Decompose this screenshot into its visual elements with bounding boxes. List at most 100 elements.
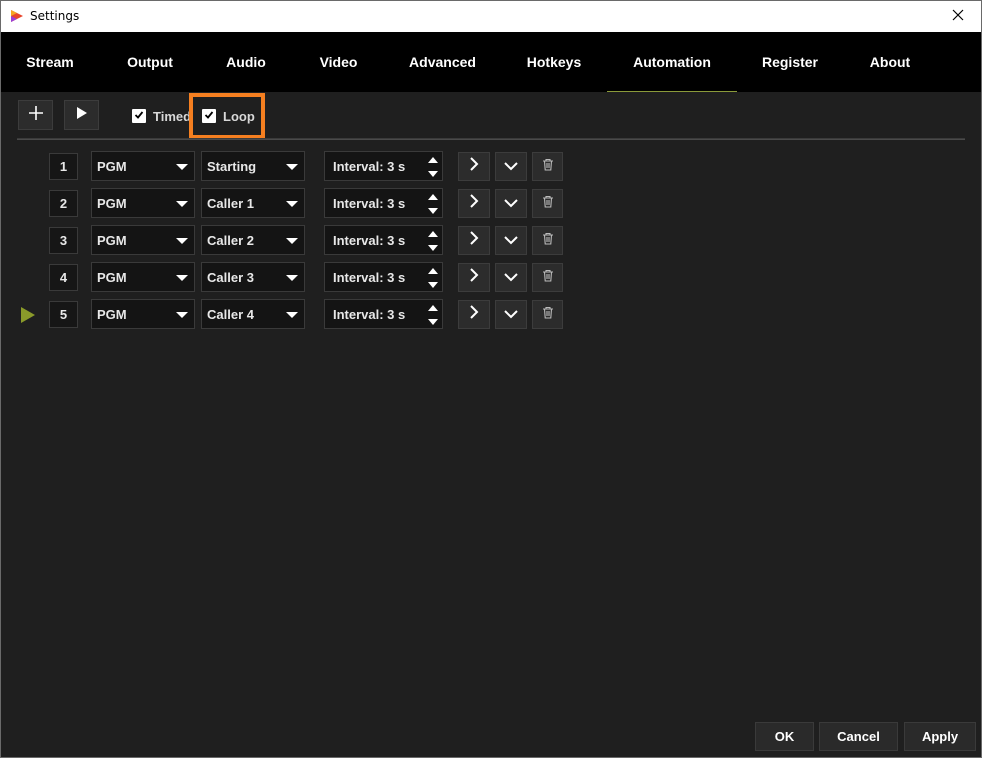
current-step-indicator-icon [21, 307, 35, 323]
interval-spinbox[interactable]: Interval: 3 s [324, 151, 443, 181]
go-to-step-button[interactable] [458, 226, 490, 255]
step-number: 3 [49, 227, 78, 254]
source-value: PGM [97, 158, 127, 174]
dropdown-arrow-icon [176, 312, 188, 318]
trash-icon [542, 306, 554, 324]
dropdown-arrow-icon [286, 164, 298, 170]
move-down-button[interactable] [495, 152, 527, 181]
source-value: PGM [97, 269, 127, 285]
tab-output[interactable]: Output [99, 32, 201, 92]
trash-icon [542, 232, 554, 250]
chevron-down-icon [504, 306, 518, 324]
delete-step-button[interactable] [532, 226, 563, 255]
interval-spinbox[interactable]: Interval: 3 s [324, 299, 443, 329]
interval-value: Interval: 3 s [333, 158, 406, 174]
move-down-button[interactable] [495, 263, 527, 292]
settings-window: Settings Stream Output Audio Video Advan… [0, 0, 982, 758]
ok-button[interactable]: OK [755, 722, 814, 751]
timed-checkbox[interactable] [132, 109, 146, 123]
spin-up-icon[interactable] [428, 157, 438, 163]
source-value: PGM [97, 195, 127, 211]
tab-about[interactable]: About [843, 32, 937, 92]
spin-down-icon[interactable] [428, 245, 438, 251]
tab-advanced[interactable]: Advanced [386, 32, 499, 92]
chevron-down-icon [504, 158, 518, 176]
interval-value: Interval: 3 s [333, 195, 406, 211]
trash-icon [542, 195, 554, 213]
app-logo-icon [10, 9, 24, 23]
move-down-button[interactable] [495, 300, 527, 329]
dropdown-arrow-icon [176, 238, 188, 244]
chevron-right-icon [469, 268, 479, 287]
window-title: Settings [30, 9, 80, 23]
interval-value: Interval: 3 s [333, 269, 406, 285]
move-down-button[interactable] [495, 226, 527, 255]
tab-hotkeys[interactable]: Hotkeys [499, 32, 609, 92]
scene-dropdown[interactable]: Caller 1 [201, 188, 305, 218]
chevron-down-icon [504, 195, 518, 213]
interval-spinbox[interactable]: Interval: 3 s [324, 262, 443, 292]
play-automation-button[interactable] [64, 100, 99, 130]
go-to-step-button[interactable] [458, 189, 490, 218]
automation-row: 5 PGM Caller 4 Interval: 3 s [1, 299, 601, 331]
chevron-right-icon [469, 231, 479, 250]
go-to-step-button[interactable] [458, 152, 490, 181]
interval-spinbox[interactable]: Interval: 3 s [324, 225, 443, 255]
delete-step-button[interactable] [532, 300, 563, 329]
scene-dropdown[interactable]: Caller 2 [201, 225, 305, 255]
spin-up-icon[interactable] [428, 231, 438, 237]
spin-up-icon[interactable] [428, 194, 438, 200]
title-bar: Settings [1, 1, 981, 32]
spin-up-icon[interactable] [428, 305, 438, 311]
interval-value: Interval: 3 s [333, 232, 406, 248]
tab-stream[interactable]: Stream [1, 32, 99, 92]
dropdown-arrow-icon [176, 201, 188, 207]
tab-register[interactable]: Register [737, 32, 843, 92]
interval-value: Interval: 3 s [333, 306, 406, 322]
source-dropdown[interactable]: PGM [91, 225, 195, 255]
cancel-button[interactable]: Cancel [819, 722, 898, 751]
chevron-right-icon [469, 157, 479, 176]
checkmark-icon [204, 107, 214, 125]
source-dropdown[interactable]: PGM [91, 299, 195, 329]
toolbar-divider [17, 138, 965, 140]
dropdown-arrow-icon [176, 164, 188, 170]
dropdown-arrow-icon [286, 238, 298, 244]
loop-checkbox[interactable] [202, 109, 216, 123]
tab-audio[interactable]: Audio [201, 32, 291, 92]
tab-automation[interactable]: Automation [607, 32, 737, 92]
spin-up-icon[interactable] [428, 268, 438, 274]
step-number: 5 [49, 301, 78, 328]
play-icon [76, 106, 88, 125]
spin-down-icon[interactable] [428, 208, 438, 214]
chevron-right-icon [469, 305, 479, 324]
apply-button[interactable]: Apply [904, 722, 976, 751]
close-button[interactable] [935, 1, 981, 32]
scene-value: Caller 4 [207, 306, 254, 322]
delete-step-button[interactable] [532, 263, 563, 292]
scene-dropdown[interactable]: Caller 3 [201, 262, 305, 292]
go-to-step-button[interactable] [458, 263, 490, 292]
source-dropdown[interactable]: PGM [91, 262, 195, 292]
spin-down-icon[interactable] [428, 319, 438, 325]
plus-icon [28, 105, 44, 126]
delete-step-button[interactable] [532, 152, 563, 181]
spin-down-icon[interactable] [428, 171, 438, 177]
delete-step-button[interactable] [532, 189, 563, 218]
automation-row: 2 PGM Caller 1 Interval: 3 s [1, 188, 601, 220]
loop-label: Loop [223, 109, 255, 124]
scene-dropdown[interactable]: Caller 4 [201, 299, 305, 329]
scene-dropdown[interactable]: Starting [201, 151, 305, 181]
interval-spinbox[interactable]: Interval: 3 s [324, 188, 443, 218]
scene-value: Caller 1 [207, 195, 254, 211]
spin-down-icon[interactable] [428, 282, 438, 288]
tab-video[interactable]: Video [291, 32, 386, 92]
move-down-button[interactable] [495, 189, 527, 218]
trash-icon [542, 158, 554, 176]
source-dropdown[interactable]: PGM [91, 151, 195, 181]
dropdown-arrow-icon [286, 275, 298, 281]
source-dropdown[interactable]: PGM [91, 188, 195, 218]
add-step-button[interactable] [18, 100, 53, 130]
scene-value: Caller 3 [207, 269, 254, 285]
go-to-step-button[interactable] [458, 300, 490, 329]
